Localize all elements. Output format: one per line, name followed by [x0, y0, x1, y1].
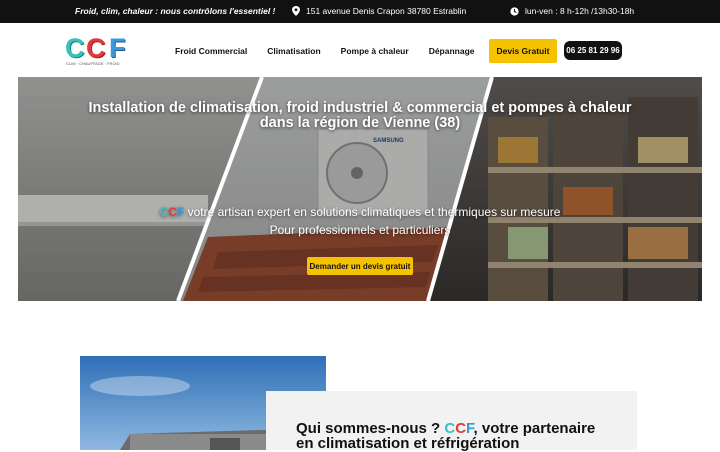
nav-pompe-a-chaleur[interactable]: Pompe à chaleur: [341, 46, 409, 56]
slogan: Froid, clim, chaleur : nous contrôlons l…: [75, 6, 276, 16]
svg-text:C: C: [86, 33, 106, 63]
hero-title-line1: Installation de climatisation, froid ind…: [88, 100, 632, 116]
site-header: C C C C F F CLIM · CHAUFFAGE · FROID Fro…: [0, 23, 720, 77]
nav-depannage[interactable]: Dépannage: [429, 46, 475, 56]
phone-button[interactable]: 06 25 81 29 96: [564, 41, 622, 60]
opening-hours: lun-ven : 8 h-12h /13h30-18h: [510, 6, 634, 16]
hero-tagline-text: votre artisan expert en solutions climat…: [184, 205, 561, 219]
svg-text:C: C: [65, 33, 85, 63]
hero-tagline-line1: CCF votre artisan expert en solutions cl…: [18, 203, 702, 221]
devis-gratuit-button[interactable]: Devis Gratuit: [488, 39, 558, 63]
hero-title-line2: dans la région de Vienne (38): [259, 115, 461, 131]
logo[interactable]: C C C C F F CLIM · CHAUFFAGE · FROID: [65, 33, 143, 67]
brand-letter-c2: C: [168, 205, 177, 219]
brand-letter-c1: C: [159, 205, 169, 219]
hero-tagline-line2: Pour professionnels et particuliers: [269, 223, 451, 237]
clock-icon: [510, 6, 519, 16]
nav-froid-commercial[interactable]: Froid Commercial: [175, 46, 247, 56]
about-card: Qui sommes-nous ? CCF, votre partenaire …: [266, 391, 637, 451]
svg-text:CLIM · CHAUFFAGE · FROID: CLIM · CHAUFFAGE · FROID: [66, 61, 120, 66]
svg-text:F: F: [109, 33, 126, 63]
address-text: 151 avenue Denis Crapon 38780 Estrablin: [306, 6, 467, 16]
hours-text: lun-ven : 8 h-12h /13h30-18h: [525, 6, 635, 16]
hero-title: Installation de climatisation, froid ind…: [18, 101, 702, 131]
hero-banner: SAMSUNG Installation de climatisation, f…: [18, 77, 702, 301]
map-pin-icon: [292, 6, 300, 16]
main-nav: Froid Commercial Climatisation Pompe à c…: [175, 39, 558, 63]
nav-climatisation[interactable]: Climatisation: [267, 46, 320, 56]
about-heading-line2: en climatisation et réfrigération: [296, 435, 520, 452]
request-quote-button[interactable]: Demander un devis gratuit: [307, 257, 413, 275]
about-heading: Qui sommes-nous ? CCF, votre partenaire …: [296, 421, 626, 451]
about-heading-line1: Qui sommes-nous ? CCF, votre partenaire: [296, 421, 626, 436]
hero-tagline: CCF votre artisan expert en solutions cl…: [18, 203, 702, 239]
top-bar: Froid, clim, chaleur : nous contrôlons l…: [0, 0, 720, 23]
address: 151 avenue Denis Crapon 38780 Estrablin: [292, 6, 466, 16]
